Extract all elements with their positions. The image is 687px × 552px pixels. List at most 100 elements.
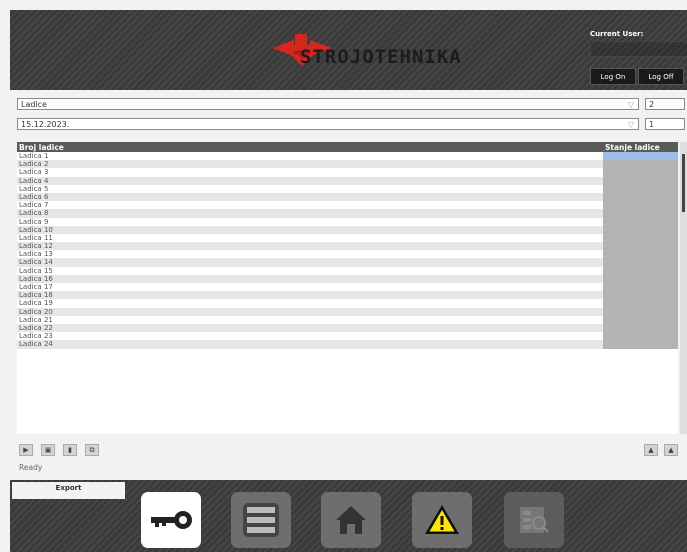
table-row[interactable]: Ladica 13 xyxy=(17,250,678,259)
scrollbar-thumb[interactable] xyxy=(682,154,685,212)
nav-report-button[interactable] xyxy=(504,492,564,548)
table-row[interactable]: Ladica 9 xyxy=(17,217,678,226)
drawer-status-cell[interactable] xyxy=(603,323,678,333)
export-tab[interactable]: Export xyxy=(12,482,125,499)
table-row[interactable]: Ladica 16 xyxy=(17,274,678,283)
delete-button[interactable]: ▮ xyxy=(63,444,77,456)
drawer-status-cell[interactable] xyxy=(603,168,678,177)
log-on-button[interactable]: Log On xyxy=(590,68,636,85)
drawer-status-cell[interactable] xyxy=(603,201,678,210)
drawer-status-cell[interactable] xyxy=(603,176,678,185)
table-row[interactable]: Ladica 8 xyxy=(17,209,678,218)
drawer-name-cell: Ladica 24 xyxy=(19,340,53,349)
drawer-name-cell: Ladica 2 xyxy=(19,160,49,169)
drawer-status-cell[interactable] xyxy=(603,152,678,161)
home-icon xyxy=(336,506,366,534)
drawer-status-cell[interactable] xyxy=(603,233,678,243)
type-dropdown[interactable]: Ladice ▽ xyxy=(17,98,639,110)
date-dropdown[interactable]: 15.12.2023. ▽ xyxy=(17,118,639,130)
log-off-button[interactable]: Log Off xyxy=(638,68,684,85)
table-row[interactable]: Ladica 7 xyxy=(17,201,678,210)
table-row[interactable]: Ladica 2 xyxy=(17,160,678,169)
table-row[interactable]: Ladica 4 xyxy=(17,176,678,185)
table-row[interactable]: Ladica 18 xyxy=(17,291,678,300)
drawer-name-cell: Ladica 14 xyxy=(19,258,53,267)
download-button[interactable]: ▲ xyxy=(664,444,678,456)
drawer-status-cell[interactable] xyxy=(603,340,678,349)
drawer-status-cell[interactable] xyxy=(603,184,678,193)
brand-name: STROJOTEHNIKA xyxy=(300,46,462,68)
upload-button[interactable]: ▲ xyxy=(644,444,658,456)
column-header-broj-ladice[interactable]: Broj ladice xyxy=(19,143,64,152)
nav-warning-button[interactable] xyxy=(412,492,472,548)
table-row[interactable]: Ladica 14 xyxy=(17,258,678,267)
drawer-status-cell[interactable] xyxy=(603,283,678,292)
drawer-status-cell[interactable] xyxy=(603,192,678,202)
drawer-name-cell: Ladica 16 xyxy=(19,274,53,283)
list-icon xyxy=(243,503,279,537)
drawer-status-cell[interactable] xyxy=(603,266,678,275)
table-row[interactable]: Ladica 11 xyxy=(17,233,678,243)
warning-icon xyxy=(425,505,459,534)
drawer-status-cell[interactable] xyxy=(603,209,678,218)
drawer-status-cell[interactable] xyxy=(603,242,678,251)
download-icon: ▲ xyxy=(668,446,674,454)
copy-button[interactable]: ⧉ xyxy=(85,444,99,456)
drawer-table[interactable]: Broj ladice Stanje ladice Ladica 1 Ladica… xyxy=(17,142,678,434)
type-number-field[interactable]: 2 xyxy=(645,98,685,110)
add-button[interactable]: ▶ xyxy=(19,444,33,456)
table-row[interactable]: Ladica 23 xyxy=(17,332,678,341)
drawer-name-cell: Ladica 17 xyxy=(19,283,53,291)
table-row[interactable]: Ladica 22 xyxy=(17,323,678,333)
drawer-name-cell: Ladica 19 xyxy=(19,299,53,308)
drawer-name-cell: Ladica 21 xyxy=(19,315,53,324)
table-row[interactable]: Ladica 3 xyxy=(17,168,678,177)
drawer-status-cell[interactable] xyxy=(603,299,678,308)
drawer-status-cell[interactable] xyxy=(603,307,678,316)
drawer-name-cell: Ladica 6 xyxy=(19,192,49,201)
table-row[interactable]: Ladica 5 xyxy=(17,184,678,193)
delete-icon: ▮ xyxy=(68,446,72,454)
drawer-status-cell[interactable] xyxy=(603,225,678,234)
drawer-status-cell[interactable] xyxy=(603,332,678,341)
table-header: Broj ladice Stanje ladice xyxy=(17,142,678,152)
table-row[interactable]: Ladica 6 xyxy=(17,192,678,202)
user-panel: Current User: Log On Log Off xyxy=(590,30,687,85)
table-row[interactable]: Ladica 24 xyxy=(17,340,678,349)
table-row[interactable]: Ladica 12 xyxy=(17,242,678,251)
nav-list-button[interactable] xyxy=(231,492,291,548)
drawer-name-cell: Ladica 12 xyxy=(19,242,53,251)
nav-key-button[interactable] xyxy=(141,492,201,548)
column-header-stanje-ladice[interactable]: Stanje ladice xyxy=(605,143,660,152)
drawer-name-cell: Ladica 1 xyxy=(19,152,49,160)
drawer-name-cell: Ladica 13 xyxy=(19,250,53,259)
table-row[interactable]: Ladica 19 xyxy=(17,299,678,308)
nav-home-button[interactable] xyxy=(321,492,381,548)
current-user-label: Current User: xyxy=(590,30,644,38)
drawer-status-cell[interactable] xyxy=(603,250,678,259)
table-row[interactable]: Ladica 20 xyxy=(17,307,678,316)
table-row[interactable]: Ladica 21 xyxy=(17,315,678,324)
drawer-name-cell: Ladica 9 xyxy=(19,217,49,226)
drawer-status-cell[interactable] xyxy=(603,315,678,324)
drawer-status-cell[interactable] xyxy=(603,258,678,267)
drawer-name-cell: Ladica 10 xyxy=(19,225,53,234)
type-dropdown-value: Ladice xyxy=(21,100,47,109)
date-number-field[interactable]: 1 xyxy=(645,118,685,130)
drawer-name-cell: Ladica 18 xyxy=(19,291,53,300)
table-row[interactable]: Ladica 1 xyxy=(17,152,678,161)
date-dropdown-value: 15.12.2023. xyxy=(21,120,70,129)
save-button[interactable]: ▣ xyxy=(41,444,55,456)
table-row[interactable]: Ladica 17 xyxy=(17,283,678,292)
key-icon xyxy=(151,511,192,529)
report-icon xyxy=(520,507,549,533)
drawer-status-cell[interactable] xyxy=(603,274,678,283)
save-icon: ▣ xyxy=(44,446,52,454)
drawer-name-cell: Ladica 23 xyxy=(19,332,53,341)
table-row[interactable]: Ladica 10 xyxy=(17,225,678,234)
drawer-status-cell[interactable] xyxy=(603,160,678,169)
drawer-status-cell[interactable] xyxy=(603,291,678,300)
vertical-scrollbar[interactable] xyxy=(680,142,687,434)
drawer-status-cell[interactable] xyxy=(603,217,678,226)
table-row[interactable]: Ladica 15 xyxy=(17,266,678,275)
